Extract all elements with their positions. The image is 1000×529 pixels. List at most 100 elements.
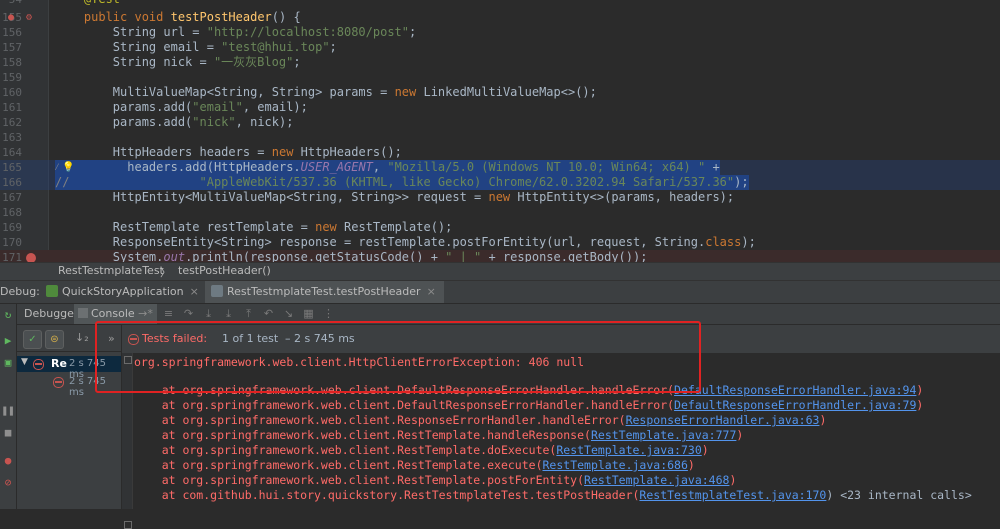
tab-quickstory-application[interactable]: QuickStoryApplication × <box>40 281 207 303</box>
code-text[interactable]: headers.add(HttpHeaders.USER_AGENT, "Moz… <box>55 160 720 175</box>
line-number: 171 <box>2 251 22 262</box>
breadcrumb-class[interactable]: RestTestmplateTest <box>58 264 164 277</box>
status-counts: 1 of 1 test <box>222 332 279 345</box>
expand-arrow-icon[interactable]: ▼ <box>21 357 28 367</box>
code-text[interactable]: RestTemplate restTemplate = new RestTemp… <box>55 220 453 235</box>
fold-marker-icon[interactable] <box>124 356 132 364</box>
code-text[interactable]: @Test <box>55 0 120 7</box>
code-line[interactable]: 163 <box>0 130 1000 145</box>
force-step-into-icon[interactable]: ⤓ <box>222 307 235 320</box>
stack-frame-tail: ) <box>687 458 695 472</box>
source-link[interactable]: ResponseErrorHandler.java:63 <box>626 413 820 427</box>
code-text[interactable]: // "AppleWebKit/537.36 (KHTML, like Geck… <box>55 175 749 190</box>
code-text[interactable]: System.out.println(response.getStatusCod… <box>55 250 648 262</box>
code-text[interactable]: String email = "test@hhui.top"; <box>55 40 337 55</box>
source-link[interactable]: RestTemplate.java:686 <box>543 458 688 472</box>
debug-sub-toolbar: Debugger Console →* ≡ ↷ ⤓ ⤓ ⤒ ↶ ↘ ▦ ⋮ <box>0 304 1000 325</box>
code-editor[interactable]: 54 @Test 155 public void testPostHeader()… <box>0 0 1000 262</box>
code-line[interactable]: 158 String nick = "一灰灰Blog"; <box>0 55 1000 70</box>
run-test-icon[interactable]: ● <box>8 10 14 25</box>
line-number: 159 <box>2 71 22 84</box>
breadcrumb-separator: 〉 <box>160 266 171 279</box>
code-line[interactable]: 171 System.out.println(response.getStatu… <box>0 250 1000 262</box>
rerun-icon[interactable]: ↻ <box>1 308 15 322</box>
code-text[interactable]: params.add("email", email); <box>55 100 308 115</box>
tab-console[interactable]: Console →* <box>74 304 157 324</box>
test-status-bar: » Tests failed: 1 of 1 test – 2 s 745 ms <box>108 325 1000 354</box>
gear-icon[interactable]: ⚙ <box>26 10 32 25</box>
code-text[interactable]: public void testPostHeader() { <box>55 10 301 25</box>
sort-icon[interactable]: ↓₂ <box>75 331 89 344</box>
test-tree-root[interactable]: ▼ Re 2 s 745 ms <box>17 356 121 380</box>
line-number: 165 <box>2 161 22 174</box>
source-link[interactable]: RestTemplate.java:777 <box>591 428 736 442</box>
code-line[interactable]: 161 params.add("email", email); <box>0 100 1000 115</box>
code-line[interactable]: 164 HttpHeaders headers = new HttpHeader… <box>0 145 1000 160</box>
code-line[interactable]: 160 MultiValueMap<String, String> params… <box>0 85 1000 100</box>
line-number: 157 <box>2 41 22 54</box>
code-line[interactable]: 157 String email = "test@hhui.top"; <box>0 40 1000 55</box>
code-text[interactable]: HttpHeaders headers = new HttpHeaders(); <box>55 145 402 160</box>
stack-frame-text: at org.springframework.web.client.Defaul… <box>134 383 675 397</box>
code-text[interactable]: ResponseEntity<String> response = restTe… <box>55 235 756 250</box>
exception-line: org.springframework.web.client.HttpClien… <box>134 355 585 369</box>
lightbulb-icon[interactable]: 💡 <box>62 160 74 175</box>
code-line[interactable]: 155 public void testPostHeader() { <box>0 10 1000 25</box>
stack-frame-tail: ) <box>916 383 924 397</box>
tab-rest-test[interactable]: RestTestmplateTest.testPostHeader × <box>205 281 444 303</box>
stack-frame-tail[interactable]: ) <23 internal calls> <box>826 488 971 502</box>
step-out-icon[interactable]: ⤒ <box>242 307 255 320</box>
console-panel[interactable]: » Tests failed: 1 of 1 test – 2 s 745 ms… <box>108 325 1000 529</box>
step-over-icon[interactable]: ↷ <box>182 307 195 320</box>
pause-icon[interactable]: ❚❚ <box>1 404 15 418</box>
code-line[interactable]: 156 String url = "http://localhost:8080/… <box>0 25 1000 40</box>
close-icon[interactable]: × <box>190 285 199 298</box>
stack-frame-tail: ) <box>736 428 744 442</box>
code-line[interactable]: 168 <box>0 205 1000 220</box>
close-icon[interactable]: × <box>427 285 436 298</box>
code-line[interactable]: 165 headers.add(HttpHeaders.USER_AGENT, … <box>0 160 1000 175</box>
show-passed-button[interactable]: ✓ <box>23 330 42 349</box>
test-tree-child[interactable]: 2 s 745 ms <box>17 374 121 398</box>
code-line[interactable]: 54 @Test <box>0 0 1000 7</box>
code-line[interactable]: 166 // "AppleWebKit/537.36 (KHTML, like G… <box>0 175 1000 190</box>
stack-frame: at org.springframework.web.client.RestTe… <box>134 428 744 443</box>
code-line[interactable]: 159 <box>0 70 1000 85</box>
expand-icon[interactable]: » <box>108 332 115 345</box>
source-link[interactable]: DefaultResponseErrorHandler.java:79 <box>674 398 916 412</box>
line-number: 168 <box>2 206 22 219</box>
show-execution-point-icon[interactable]: ≡ <box>162 307 175 320</box>
breakpoint-icon[interactable] <box>26 253 36 262</box>
source-link[interactable]: RestTemplate.java:468 <box>584 473 729 487</box>
show-ignored-button[interactable]: ⊜ <box>45 330 64 349</box>
run-to-cursor-icon[interactable]: ↘ <box>282 307 295 320</box>
evaluate-icon[interactable]: ▦ <box>302 307 315 320</box>
drop-frame-icon[interactable]: ↶ <box>262 307 275 320</box>
stack-frame: at org.springframework.web.client.RestTe… <box>134 473 737 488</box>
view-breakpoints-icon[interactable]: ● <box>1 454 15 468</box>
code-text[interactable]: String url = "http://localhost:8080/post… <box>55 25 416 40</box>
tree-toggle-icon[interactable]: ▣ <box>1 356 15 370</box>
code-line[interactable]: 169 RestTemplate restTemplate = new Rest… <box>0 220 1000 235</box>
bookmark-icon: ⁄ <box>54 162 61 173</box>
step-into-icon[interactable]: ⤓ <box>202 307 215 320</box>
code-text[interactable]: String nick = "一灰灰Blog"; <box>55 55 301 70</box>
more-icon[interactable]: ⋮ <box>322 307 335 320</box>
code-line[interactable]: 167 HttpEntity<MultiValueMap<String, Str… <box>0 190 1000 205</box>
resume-icon[interactable]: ▶ <box>1 334 15 348</box>
stack-frame-tail: ) <box>701 443 709 457</box>
code-line[interactable]: 162 params.add("nick", nick); <box>0 115 1000 130</box>
code-text[interactable]: HttpEntity<MultiValueMap<String, String>… <box>55 190 734 205</box>
source-link[interactable]: RestTemplate.java:730 <box>556 443 701 457</box>
source-link[interactable]: RestTestmplateTest.java:170 <box>639 488 826 502</box>
stack-frame-tail: ) <box>729 473 737 487</box>
code-text[interactable]: MultiValueMap<String, String> params = n… <box>55 85 597 100</box>
code-line[interactable]: 170 ResponseEntity<String> response = re… <box>0 235 1000 250</box>
code-text[interactable]: params.add("nick", nick); <box>55 115 294 130</box>
source-link[interactable]: DefaultResponseErrorHandler.java:94 <box>674 383 916 397</box>
mute-breakpoints-icon[interactable]: ⊘ <box>1 476 15 490</box>
stack-frame-text: at org.springframework.web.client.RestTe… <box>134 428 591 442</box>
fold-marker-icon[interactable] <box>124 521 132 529</box>
breadcrumb-method[interactable]: testPostHeader() <box>178 264 271 277</box>
stop-icon[interactable]: ■ <box>1 426 15 440</box>
